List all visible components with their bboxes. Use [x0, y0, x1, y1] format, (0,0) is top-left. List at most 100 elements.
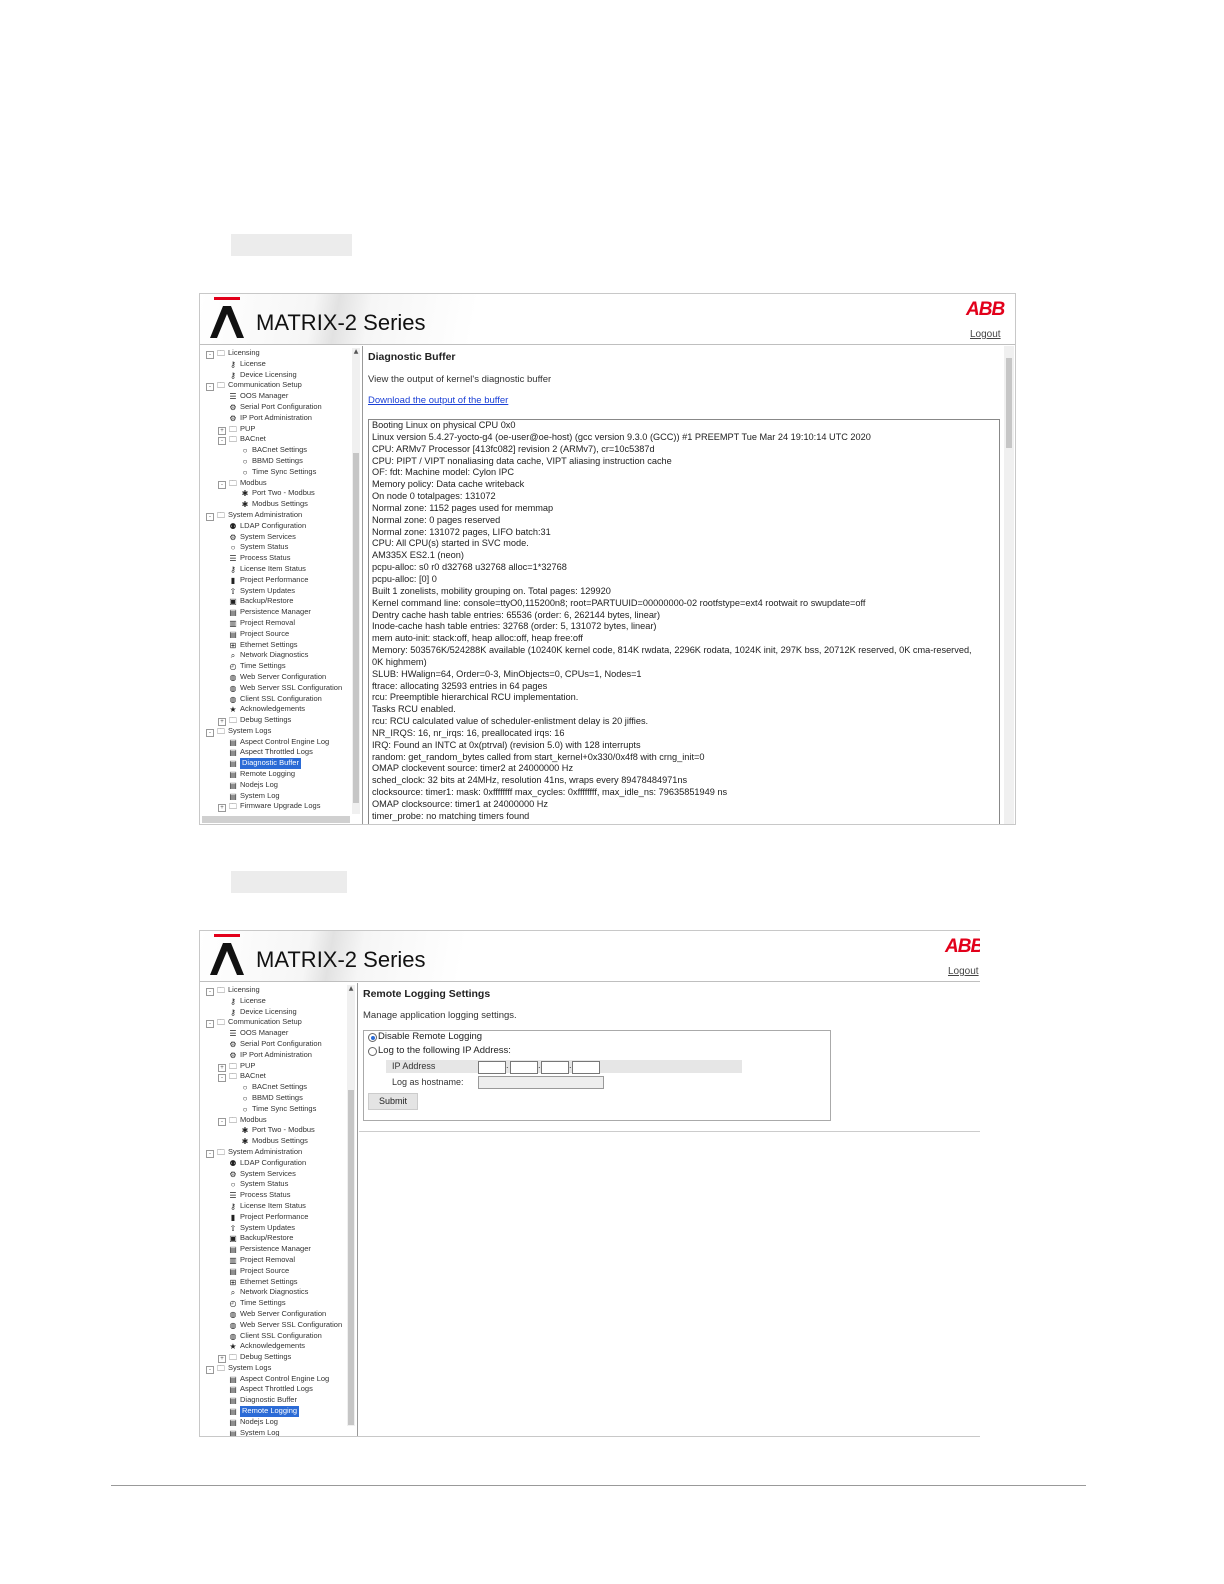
sidebar-item-system-services[interactable]: ⚙ System Services — [206, 532, 352, 543]
sidebar-item-time-sync-settings[interactable]: ○ Time Sync Settings — [206, 467, 352, 478]
sidebar-item-bacnet[interactable]: - 🗀 BACnet — [206, 434, 352, 446]
sidebar-item-debug-settings[interactable]: + 🗀 Debug Settings — [206, 1352, 352, 1364]
collapse-icon[interactable]: - — [206, 383, 214, 392]
sidebar-scrollbar[interactable]: ▲ — [352, 348, 360, 814]
collapse-icon[interactable]: - — [206, 351, 214, 359]
diagnostic-log-output[interactable]: Booting Linux on physical CPU 0x0 Linux v… — [368, 419, 1000, 824]
expand-icon[interactable]: + — [218, 804, 226, 813]
sidebar-item-pup[interactable]: + 🗀 PUP — [206, 1061, 352, 1072]
collapse-icon[interactable]: - — [206, 1020, 214, 1029]
collapse-icon[interactable]: - — [206, 1365, 214, 1374]
content-scrollbar[interactable] — [1004, 346, 1014, 824]
sidebar-item-client-ssl-configuration[interactable]: ◍ Client SSL Configuration — [206, 694, 352, 705]
sidebar-item-licensing[interactable]: - 🗀 Licensing — [206, 985, 352, 996]
collapse-icon[interactable]: - — [206, 728, 214, 737]
sidebar-item-system-logs[interactable]: - 🗀 System Logs — [206, 726, 352, 737]
sidebar-item-system-logs[interactable]: - 🗀 System Logs — [206, 1363, 352, 1374]
sidebar-item-aspect-throttled-logs[interactable]: ▤ Aspect Throttled Logs — [206, 1384, 352, 1395]
expand-icon[interactable]: + — [218, 1355, 226, 1364]
sidebar-item-web-server-ssl-configuration[interactable]: ◍ Web Server SSL Configuration — [206, 683, 352, 694]
sidebar-item-client-ssl-configuration[interactable]: ◍ Client SSL Configuration — [206, 1331, 352, 1342]
sidebar-item-acknowledgements[interactable]: ★ Acknowledgements — [206, 1341, 352, 1352]
sidebar-item-aspect-control-engine-log[interactable]: ▤ Aspect Control Engine Log — [206, 1374, 352, 1385]
ip-octet-1-input[interactable] — [478, 1061, 506, 1074]
sidebar-item-time-sync-settings[interactable]: ○ Time Sync Settings — [206, 1104, 352, 1115]
sidebar-item-project-performance[interactable]: ▮ Project Performance — [206, 1212, 352, 1223]
sidebar-item-bbmd-settings[interactable]: ○ BBMD Settings — [206, 1093, 352, 1104]
sidebar-item-aspect-throttled-logs[interactable]: ▤ Aspect Throttled Logs — [206, 747, 352, 758]
sidebar-item-system-administration[interactable]: - 🗀 System Administration — [206, 510, 352, 521]
sidebar-item-system-status[interactable]: ○ System Status — [206, 1179, 352, 1190]
collapse-icon[interactable]: - — [218, 1074, 226, 1083]
sidebar-item-communication-setup[interactable]: - 🗀 Communication Setup — [206, 1017, 352, 1029]
sidebar-item-license-item-status[interactable]: ⚷ License Item Status — [206, 564, 352, 575]
sidebar-item-web-server-configuration[interactable]: ◍ Web Server Configuration — [206, 1309, 352, 1320]
sidebar-item-port-two-modbus[interactable]: ✱ Port Two - Modbus — [206, 488, 352, 499]
logout-link[interactable]: Logout — [948, 966, 979, 977]
sidebar-item-remote-logging[interactable]: ▤ Remote Logging — [206, 769, 352, 780]
sidebar-item-backup-restore[interactable]: ▣ Backup/Restore — [206, 596, 352, 607]
sidebar-item-process-status[interactable]: ☰ Process Status — [206, 553, 352, 564]
sidebar-item-system-services[interactable]: ⚙ System Services — [206, 1169, 352, 1180]
collapse-icon[interactable]: - — [206, 988, 214, 996]
sidebar-item-bacnet-settings[interactable]: ○ BACnet Settings — [206, 1082, 352, 1093]
ip-octet-4-input[interactable] — [572, 1061, 600, 1074]
sidebar-item-modbus-settings[interactable]: ✱ Modbus Settings — [206, 499, 352, 510]
sidebar-horizontal-scrollbar[interactable] — [202, 816, 350, 823]
sidebar-scroll-thumb[interactable] — [353, 453, 359, 803]
sidebar-item-system-updates[interactable]: ⇧ System Updates — [206, 1223, 352, 1234]
sidebar-item-ethernet-settings[interactable]: ⊞ Ethernet Settings — [206, 640, 352, 651]
sidebar-item-system-administration[interactable]: - 🗀 System Administration — [206, 1147, 352, 1158]
sidebar-item-serial-port-configuration[interactable]: ⚙ Serial Port Configuration — [206, 1039, 352, 1050]
sidebar-item-device-licensing[interactable]: ⚷ Device Licensing — [206, 1007, 352, 1018]
sidebar-item-system-log[interactable]: ▤ System Log — [206, 791, 352, 802]
sidebar-item-nodejs-log[interactable]: ▤ Nodejs Log — [206, 1417, 352, 1428]
sidebar-item-system-log[interactable]: ▤ System Log — [206, 1428, 352, 1436]
sidebar-item-bbmd-settings[interactable]: ○ BBMD Settings — [206, 456, 352, 467]
sidebar-item-time-settings[interactable]: ◴ Time Settings — [206, 1298, 352, 1309]
sidebar-item-system-status[interactable]: ○ System Status — [206, 542, 352, 553]
sidebar-item-bacnet-settings[interactable]: ○ BACnet Settings — [206, 445, 352, 456]
sidebar-item-backup-restore[interactable]: ▣ Backup/Restore — [206, 1233, 352, 1244]
sidebar-item-aspect-control-engine-log[interactable]: ▤ Aspect Control Engine Log — [206, 737, 352, 748]
sidebar-item-system-updates[interactable]: ⇧ System Updates — [206, 586, 352, 597]
sidebar-item-serial-port-configuration[interactable]: ⚙ Serial Port Configuration — [206, 402, 352, 413]
sidebar-item-project-removal[interactable]: ▥ Project Removal — [206, 1255, 352, 1266]
sidebar-item-port-two-modbus[interactable]: ✱ Port Two - Modbus — [206, 1125, 352, 1136]
sidebar-item-persistence-manager[interactable]: ▤ Persistence Manager — [206, 607, 352, 618]
sidebar-item-time-settings[interactable]: ◴ Time Settings — [206, 661, 352, 672]
sidebar-item-license-item-status[interactable]: ⚷ License Item Status — [206, 1201, 352, 1212]
logout-link[interactable]: Logout — [970, 329, 1001, 340]
expand-icon[interactable]: + — [218, 426, 226, 435]
sidebar-item-pup[interactable]: + 🗀 PUP — [206, 424, 352, 435]
collapse-icon[interactable]: - — [218, 1117, 226, 1126]
sidebar-item-debug-settings[interactable]: + 🗀 Debug Settings — [206, 715, 352, 727]
hostname-input[interactable] — [478, 1076, 604, 1089]
sidebar-item-ethernet-settings[interactable]: ⊞ Ethernet Settings — [206, 1277, 352, 1288]
sidebar-item-diagnostic-buffer[interactable]: ▤ Diagnostic Buffer — [206, 1395, 352, 1406]
sidebar-item-project-performance[interactable]: ▮ Project Performance — [206, 575, 352, 586]
sidebar-item-device-licensing[interactable]: ⚷ Device Licensing — [206, 370, 352, 381]
sidebar-item-ip-port-administration[interactable]: ⚙ IP Port Administration — [206, 1050, 352, 1061]
content-scroll-thumb[interactable] — [1006, 358, 1012, 448]
sidebar-item-oos-manager[interactable]: ☰ OOS Manager — [206, 391, 352, 402]
sidebar-item-bacnet[interactable]: - 🗀 BACnet — [206, 1071, 352, 1083]
ip-octet-3-input[interactable] — [541, 1061, 569, 1074]
sidebar-item-web-server-ssl-configuration[interactable]: ◍ Web Server SSL Configuration — [206, 1320, 352, 1331]
sidebar-item-remote-logging[interactable]: ▤ Remote Logging — [206, 1406, 352, 1417]
sidebar-item-persistence-manager[interactable]: ▤ Persistence Manager — [206, 1244, 352, 1255]
download-buffer-link[interactable]: Download the output of the buffer — [368, 395, 508, 406]
sidebar-item-modbus-settings[interactable]: ✱ Modbus Settings — [206, 1136, 352, 1147]
sidebar-item-modbus[interactable]: - 🗀 Modbus — [206, 478, 352, 489]
sidebar-item-oos-manager[interactable]: ☰ OOS Manager — [206, 1028, 352, 1039]
sidebar-item-process-status[interactable]: ☰ Process Status — [206, 1190, 352, 1201]
submit-button[interactable]: Submit — [368, 1093, 418, 1110]
sidebar-item-web-server-configuration[interactable]: ◍ Web Server Configuration — [206, 672, 352, 683]
sidebar-item-ip-port-administration[interactable]: ⚙ IP Port Administration — [206, 413, 352, 424]
sidebar-scrollbar[interactable]: ▲ — [347, 985, 355, 1426]
sidebar-item-project-removal[interactable]: ▥ Project Removal — [206, 618, 352, 629]
sidebar-item-ldap-configuration[interactable]: ⚉ LDAP Configuration — [206, 521, 352, 532]
sidebar-item-license[interactable]: ⚷ License — [206, 359, 352, 370]
collapse-icon[interactable]: - — [206, 512, 214, 521]
sidebar-item-ldap-configuration[interactable]: ⚉ LDAP Configuration — [206, 1158, 352, 1169]
